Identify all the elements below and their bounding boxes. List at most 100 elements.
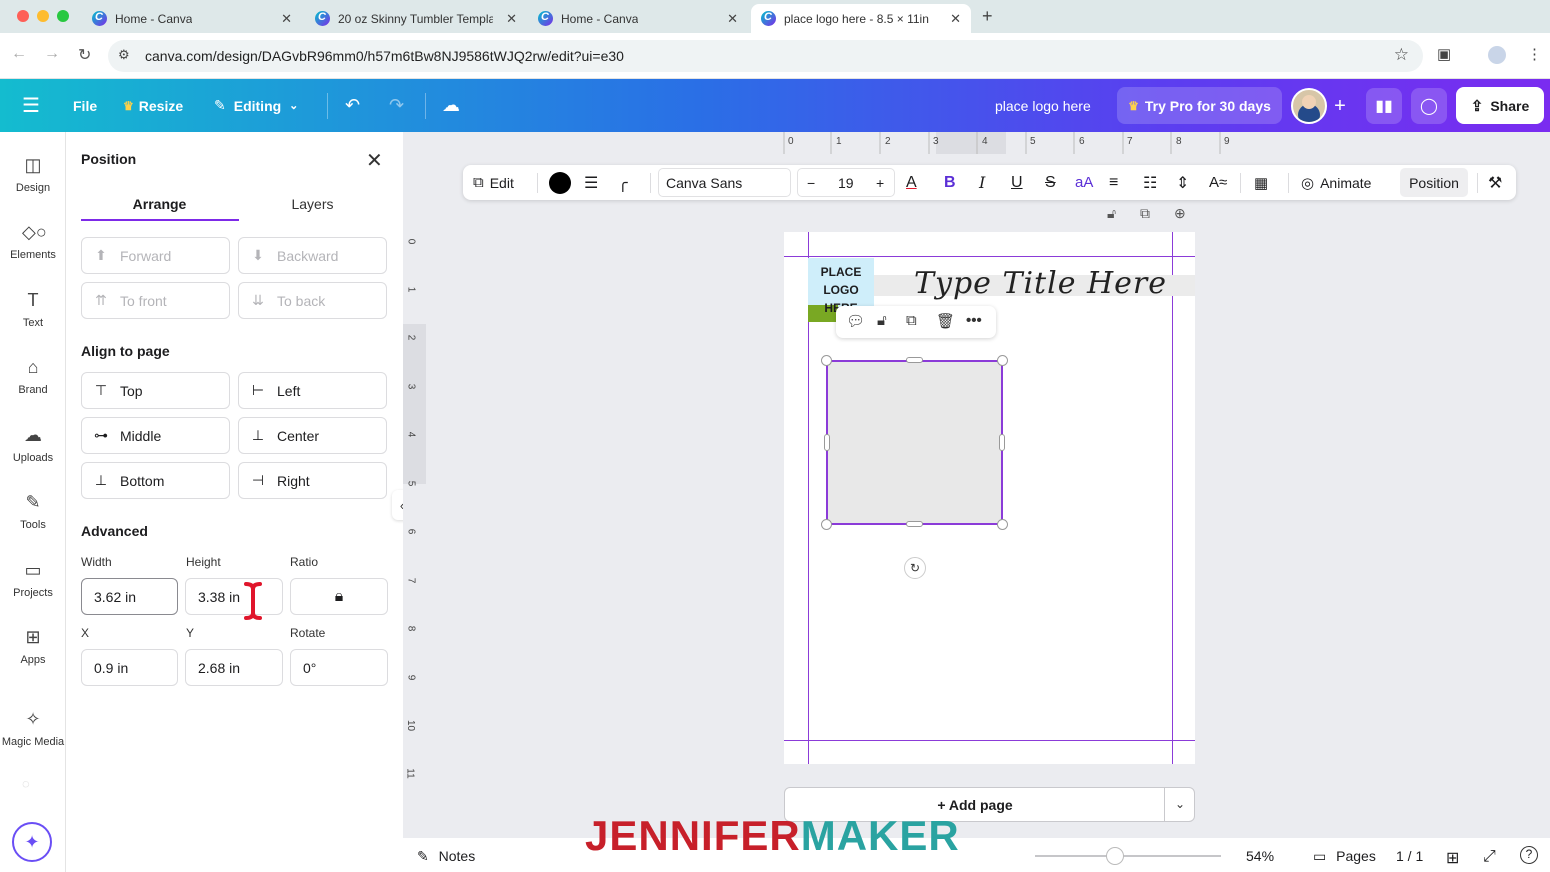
rotate-handle-icon[interactable]: ↻	[904, 557, 926, 579]
zoom-slider[interactable]	[1035, 855, 1221, 857]
file-menu[interactable]: File	[73, 79, 97, 132]
close-icon[interactable]: ✕	[506, 11, 517, 27]
transparency-icon[interactable]: ▦	[1254, 165, 1268, 200]
resize-handle-bottom-right[interactable]	[997, 519, 1008, 530]
cloud-saved-icon[interactable]: ☁	[442, 79, 460, 132]
rail-item-magic-media[interactable]: ✧ Magic Media	[0, 708, 66, 768]
add-page-icon[interactable]: ⊕	[1174, 205, 1186, 222]
to-front-button[interactable]: ⇈ To front	[81, 282, 230, 319]
bookmark-star-icon[interactable]: ☆	[1394, 45, 1409, 65]
font-family-dropdown[interactable]: Canva Sans	[658, 168, 791, 197]
resize-handle-top-left[interactable]	[821, 355, 832, 366]
comment-icon[interactable]: ◯	[1411, 88, 1447, 124]
tab-arrange[interactable]: Arrange	[81, 196, 238, 212]
lock-icon[interactable]: 🔓︎	[877, 312, 887, 329]
avatar[interactable]	[1291, 88, 1327, 124]
close-icon[interactable]: ✕	[366, 148, 383, 173]
browser-tab-active[interactable]: place logo here - 8.5 × 11in ✕	[751, 4, 971, 33]
resize-handle-bottom[interactable]	[906, 521, 923, 527]
resize-handle-bottom-left[interactable]	[821, 519, 832, 530]
x-field[interactable]: 0.9 in	[81, 649, 178, 686]
rail-item-projects[interactable]: ▭ Projects	[0, 559, 66, 619]
bold-icon[interactable]: B	[944, 165, 956, 200]
new-tab-icon[interactable]: +	[982, 6, 993, 27]
letter-case-icon[interactable]: aA	[1075, 165, 1093, 200]
position-button[interactable]: Position	[1400, 168, 1468, 197]
underline-icon[interactable]: U	[1011, 165, 1023, 200]
text-effects-icon[interactable]: A≈	[1209, 165, 1227, 200]
spacing-icon[interactable]: ⇕	[1176, 165, 1189, 200]
pages-button[interactable]: ▭ Pages	[1313, 848, 1376, 865]
share-button[interactable]: ⇪ Share	[1456, 87, 1544, 124]
more-menu-icon[interactable]: ⋮	[1527, 45, 1542, 63]
site-settings-icon[interactable]: ⚙	[118, 47, 130, 63]
rail-item-elements[interactable]: ◇○ Elements	[0, 221, 66, 281]
delete-icon[interactable]: 🗑︎	[936, 312, 955, 330]
align-middle-button[interactable]: ⊶ Middle	[81, 417, 230, 454]
tab-search-icon[interactable]: ▣	[1437, 45, 1451, 63]
editing-mode-dropdown[interactable]: ✎ Editing ⌄	[214, 79, 298, 132]
strikethrough-icon[interactable]: S	[1045, 165, 1056, 200]
insights-chart-icon[interactable]: ▮▮	[1366, 88, 1402, 124]
duplicate-icon[interactable]: ⧉	[906, 312, 917, 329]
duplicate-page-icon[interactable]: ⧉	[1140, 205, 1150, 222]
increase-font-size-button[interactable]: +	[876, 169, 884, 196]
forward-arrow-icon[interactable]: →	[44, 45, 60, 63]
close-icon[interactable]: ✕	[281, 11, 292, 27]
text-align-icon[interactable]: ≡	[1109, 165, 1118, 200]
help-icon[interactable]: ?	[1520, 846, 1538, 864]
animate-button[interactable]: ◎ Animate	[1301, 165, 1371, 200]
url-bar[interactable]: ⚙ canva.com/design/DAGvbR96mm0/h57m6tBw8…	[108, 40, 1423, 72]
ratio-lock-button[interactable]: 🔒︎	[290, 578, 388, 615]
rotate-field[interactable]: 0°	[290, 649, 388, 686]
zoom-percent[interactable]: 54%	[1246, 848, 1274, 864]
border-style-icon[interactable]: ☰	[584, 165, 598, 200]
minimize-window-dot[interactable]	[37, 10, 49, 22]
resize-handle-left[interactable]	[824, 434, 830, 451]
align-bottom-button[interactable]: ⊥ Bottom	[81, 462, 230, 499]
rail-item-apps[interactable]: ⊞ Apps	[0, 626, 66, 686]
rail-item-text[interactable]: T Text	[0, 289, 66, 349]
align-center-button[interactable]: ⊥ Center	[238, 417, 387, 454]
width-field[interactable]: 3.62 in	[81, 578, 178, 615]
magic-assistant-icon[interactable]: ✦	[12, 822, 52, 862]
list-icon[interactable]: ☷	[1143, 165, 1157, 200]
decrease-font-size-button[interactable]: −	[807, 169, 815, 196]
italic-icon[interactable]: I	[979, 165, 985, 200]
backward-button[interactable]: ⬇ Backward	[238, 237, 387, 274]
lock-page-icon[interactable]: 🔓︎	[1107, 205, 1116, 222]
close-window-dot[interactable]	[17, 10, 29, 22]
align-right-button[interactable]: ⊣ Right	[238, 462, 387, 499]
browser-tab[interactable]: 20 oz Skinny Tumbler Templa ✕	[305, 4, 527, 33]
selected-shape[interactable]	[826, 360, 1003, 525]
reload-icon[interactable]: ↻	[78, 45, 91, 65]
resize-handle-right[interactable]	[999, 434, 1005, 451]
to-back-button[interactable]: ⇊ To back	[238, 282, 387, 319]
profile-icon[interactable]	[1488, 46, 1506, 64]
corner-rounding-icon[interactable]: ╭	[618, 165, 628, 200]
redo-icon[interactable]: ↷	[389, 79, 404, 132]
fullscreen-icon[interactable]: ⤢	[1483, 848, 1496, 866]
script-title-text[interactable]: Type Title Here	[914, 266, 1167, 301]
design-title[interactable]: place logo here	[995, 79, 1091, 132]
y-field[interactable]: 2.68 in	[185, 649, 283, 686]
more-apps-icon[interactable]: ◌	[22, 776, 30, 791]
close-icon[interactable]: ✕	[727, 11, 738, 27]
chevron-down-icon[interactable]: ⌄	[1175, 797, 1185, 811]
zoom-window-dot[interactable]	[57, 10, 69, 22]
font-size-value[interactable]: 19	[838, 169, 854, 196]
undo-icon[interactable]: ↶	[345, 79, 360, 132]
tab-layers[interactable]: Layers	[234, 196, 391, 212]
resize-handle-top[interactable]	[906, 357, 923, 363]
rail-item-uploads[interactable]: ☁ Uploads	[0, 424, 66, 484]
notes-button[interactable]: ✎ Notes	[417, 848, 475, 865]
close-icon[interactable]: ✕	[950, 11, 961, 27]
try-pro-button[interactable]: ♛ Try Pro for 30 days	[1117, 87, 1282, 124]
resize-handle-top-right[interactable]	[997, 355, 1008, 366]
back-arrow-icon[interactable]: ←	[11, 45, 27, 63]
add-collaborator-icon[interactable]: +	[1329, 95, 1351, 117]
more-options-icon[interactable]: •••	[966, 312, 982, 329]
rail-item-brand[interactable]: ⌂ Brand	[0, 356, 66, 416]
rail-item-design[interactable]: ◫ Design	[0, 154, 66, 214]
menu-icon[interactable]: ☰	[22, 79, 40, 132]
